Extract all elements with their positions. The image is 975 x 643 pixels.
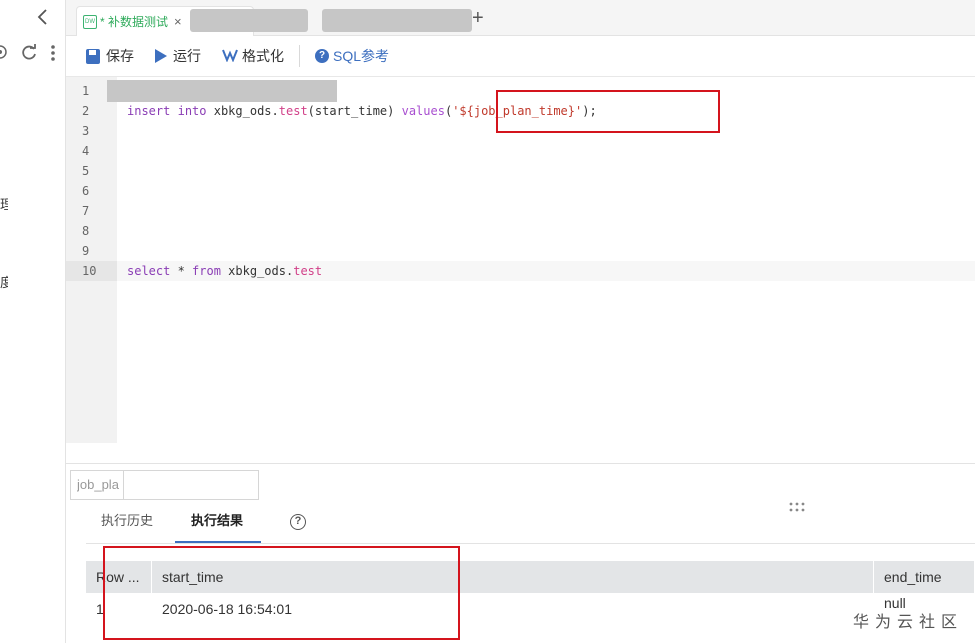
- run-button[interactable]: 运行: [155, 46, 201, 66]
- line-number: 2: [82, 104, 90, 118]
- save-label: 保存: [106, 48, 134, 64]
- sql-function: values: [401, 104, 445, 118]
- dw-file-icon: DW: [83, 14, 97, 29]
- code-line-10[interactable]: select * from xbkg_ods.test: [127, 261, 322, 281]
- line-number: 8: [82, 224, 90, 238]
- tabs-divider: [86, 543, 975, 544]
- table-property: test: [278, 104, 308, 118]
- redacted-code: [107, 80, 337, 102]
- line-number: 7: [82, 204, 90, 218]
- table-property: test: [293, 264, 323, 278]
- more-vertical-icon[interactable]: [50, 44, 56, 68]
- table-name: xbkg_ods: [220, 264, 286, 278]
- highlight-annotation-box: [496, 90, 720, 133]
- dot: .: [271, 104, 279, 118]
- sql-reference-button[interactable]: ? SQL参考: [315, 46, 389, 66]
- tab-redacted[interactable]: [322, 9, 472, 32]
- tab-execution-history[interactable]: 执行历史: [101, 504, 153, 544]
- drag-handle-icon[interactable]: [789, 502, 805, 512]
- tab-execution-result[interactable]: 执行结果: [175, 504, 261, 544]
- column-list: (start_time): [307, 104, 402, 118]
- tab-redacted[interactable]: [190, 9, 308, 32]
- line-number-current: 10: [66, 261, 117, 281]
- table-name: xbkg_ods: [213, 104, 272, 118]
- save-button[interactable]: 保存: [86, 46, 134, 66]
- play-icon: [155, 49, 167, 63]
- bottom-panel: job_pla 执行历史 执行结果 ? Row ... start_time e…: [66, 463, 975, 643]
- left-panel-label[interactable]: 理: [0, 194, 8, 213]
- sql-reference-label: SQL参考: [333, 48, 390, 64]
- sql-editor[interactable]: 1 2 3 4 5 6 7 8 9 10 insert into xbkg_od…: [66, 77, 975, 443]
- help-circle-icon: ?: [315, 49, 329, 63]
- add-tab-icon[interactable]: +: [472, 6, 484, 30]
- refresh-icon[interactable]: [20, 44, 38, 68]
- format-button[interactable]: 格式化: [222, 46, 284, 66]
- watermark-text: 华为云社区: [852, 614, 963, 631]
- left-panel: 理 度: [0, 0, 66, 643]
- line-number: 9: [82, 244, 90, 258]
- sql-keyword: insert: [127, 104, 171, 118]
- sql-keyword: select: [127, 264, 171, 278]
- sql-keyword: into: [177, 104, 207, 118]
- sql-keyword: from: [192, 264, 221, 278]
- chevron-left-icon[interactable]: [36, 8, 54, 28]
- format-label: 格式化: [242, 48, 284, 64]
- highlight-annotation-box: [103, 546, 460, 640]
- eye-icon[interactable]: [0, 44, 8, 66]
- parameter-field: job_pla: [70, 470, 259, 500]
- line-number: 5: [82, 164, 90, 178]
- close-icon[interactable]: ×: [174, 14, 182, 29]
- star: *: [170, 264, 193, 278]
- editor-tab-bar: DW * 补数据测试 × +: [66, 0, 975, 36]
- toolbar-divider: [299, 45, 300, 67]
- line-number: 3: [82, 124, 90, 138]
- save-icon: [86, 48, 100, 64]
- left-panel-icon-row: [0, 44, 66, 64]
- format-icon: [222, 48, 238, 65]
- left-panel-label[interactable]: 度: [0, 272, 8, 291]
- parameter-label: job_pla: [77, 477, 119, 492]
- parameter-input[interactable]: [123, 471, 257, 499]
- help-icon[interactable]: ?: [290, 514, 306, 530]
- run-label: 运行: [173, 48, 201, 64]
- tab-title: * 补数据测试: [100, 15, 169, 29]
- toolbar: 保存 运行 格式化 ? SQL参考: [66, 36, 975, 77]
- line-number-gutter: 1 2 3 4 5 6 7 8 9 10: [66, 77, 117, 443]
- line-number: 4: [82, 144, 90, 158]
- line-number: 6: [82, 184, 90, 198]
